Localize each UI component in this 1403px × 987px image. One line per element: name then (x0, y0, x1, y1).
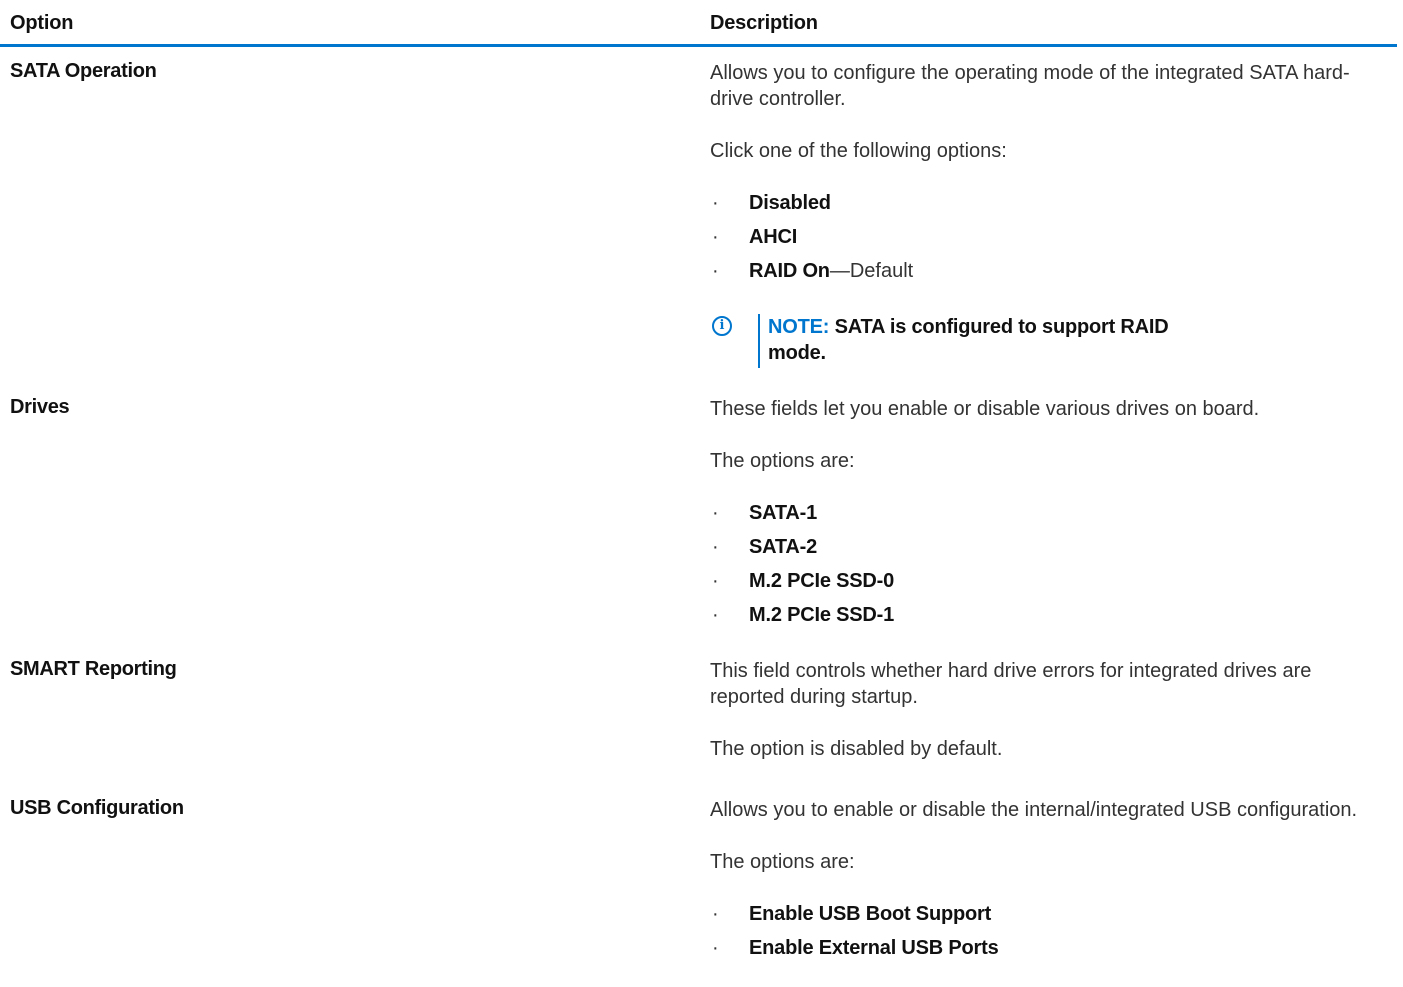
option-name: SATA Operation (10, 60, 157, 82)
note-text: NOTE: SATA is configured to support RAID… (768, 314, 1188, 366)
options-list: · SATA-1 · SATA-2 · M.2 PCIe SSD-0 · M.2 PCI… (710, 500, 1390, 636)
list-item-label: Enable USB Boot Support (749, 903, 992, 925)
bullet-icon: · (712, 226, 719, 248)
list-item-label: M.2 PCIe SSD-0 (749, 570, 895, 592)
option-name: USB Configuration (10, 797, 184, 819)
options-list: · Enable USB Boot Support · Enable Externa… (710, 901, 1390, 969)
option-description: Allows you to enable or disable the inte… (710, 797, 1390, 987)
list-item-label: RAID On (749, 260, 830, 282)
column-header-description: Description (710, 12, 818, 34)
list-item-label: Enable External USB Ports (749, 937, 999, 959)
list-item: · RAID On—Default (710, 258, 1390, 292)
description-paragraph: The options are: (710, 450, 855, 472)
list-item: · SATA-1 (710, 500, 1390, 534)
option-name: SMART Reporting (10, 658, 177, 680)
option-description: These fields let you enable or disable v… (710, 396, 1390, 658)
list-item-label: SATA-2 (749, 536, 818, 558)
bullet-icon: · (712, 903, 719, 925)
list-item-label: M.2 PCIe SSD-1 (749, 604, 895, 626)
option-description: This field controls whether hard drive e… (710, 658, 1390, 788)
bullet-icon: · (712, 937, 719, 959)
column-header-option: Option (10, 12, 74, 34)
description-paragraph: The options are: (710, 851, 855, 873)
bullet-icon: · (712, 570, 719, 592)
list-item: · M.2 PCIe SSD-0 (710, 568, 1390, 602)
note-body: SATA is configured to support RAID mode. (768, 316, 1169, 364)
description-paragraph: This field controls whether hard drive e… (710, 660, 1312, 708)
note-callout: i NOTE: SATA is configured to support RA… (710, 314, 1390, 370)
description-paragraph: Allows you to enable or disable the inte… (710, 799, 1358, 821)
option-name: Drives (10, 396, 70, 418)
list-item: · Enable External USB Ports (710, 935, 1390, 969)
description-paragraph: Allows you to configure the operating mo… (710, 62, 1350, 110)
options-list: · Disabled · AHCI · RAID On—Default (710, 190, 1390, 292)
list-item: · M.2 PCIe SSD-1 (710, 602, 1390, 636)
list-item-label: SATA-1 (749, 502, 818, 524)
list-item: · Disabled (710, 190, 1390, 224)
bios-options-table: Option Description SATA Operation Allows… (0, 0, 1403, 987)
list-item: · AHCI (710, 224, 1390, 258)
list-item: · Enable USB Boot Support (710, 901, 1390, 935)
list-item-label: AHCI (749, 226, 798, 248)
list-item-label: Disabled (749, 192, 831, 214)
bullet-icon: · (712, 536, 719, 558)
bullet-icon: · (712, 604, 719, 626)
list-item-suffix: —Default (829, 260, 914, 282)
info-icon: i (712, 316, 732, 336)
description-paragraph: The option is disabled by default. (710, 738, 1003, 760)
table-header: Option Description (0, 4, 1397, 47)
note-label: NOTE: (768, 316, 830, 338)
description-paragraph: Click one of the following options: (710, 140, 1007, 162)
bullet-icon: · (712, 192, 719, 214)
description-paragraph: These fields let you enable or disable v… (710, 398, 1260, 420)
option-description: Allows you to configure the operating mo… (710, 60, 1390, 370)
bullet-icon: · (712, 502, 719, 524)
bullet-icon: · (712, 260, 719, 282)
note-divider (758, 314, 760, 368)
list-item: · SATA-2 (710, 534, 1390, 568)
